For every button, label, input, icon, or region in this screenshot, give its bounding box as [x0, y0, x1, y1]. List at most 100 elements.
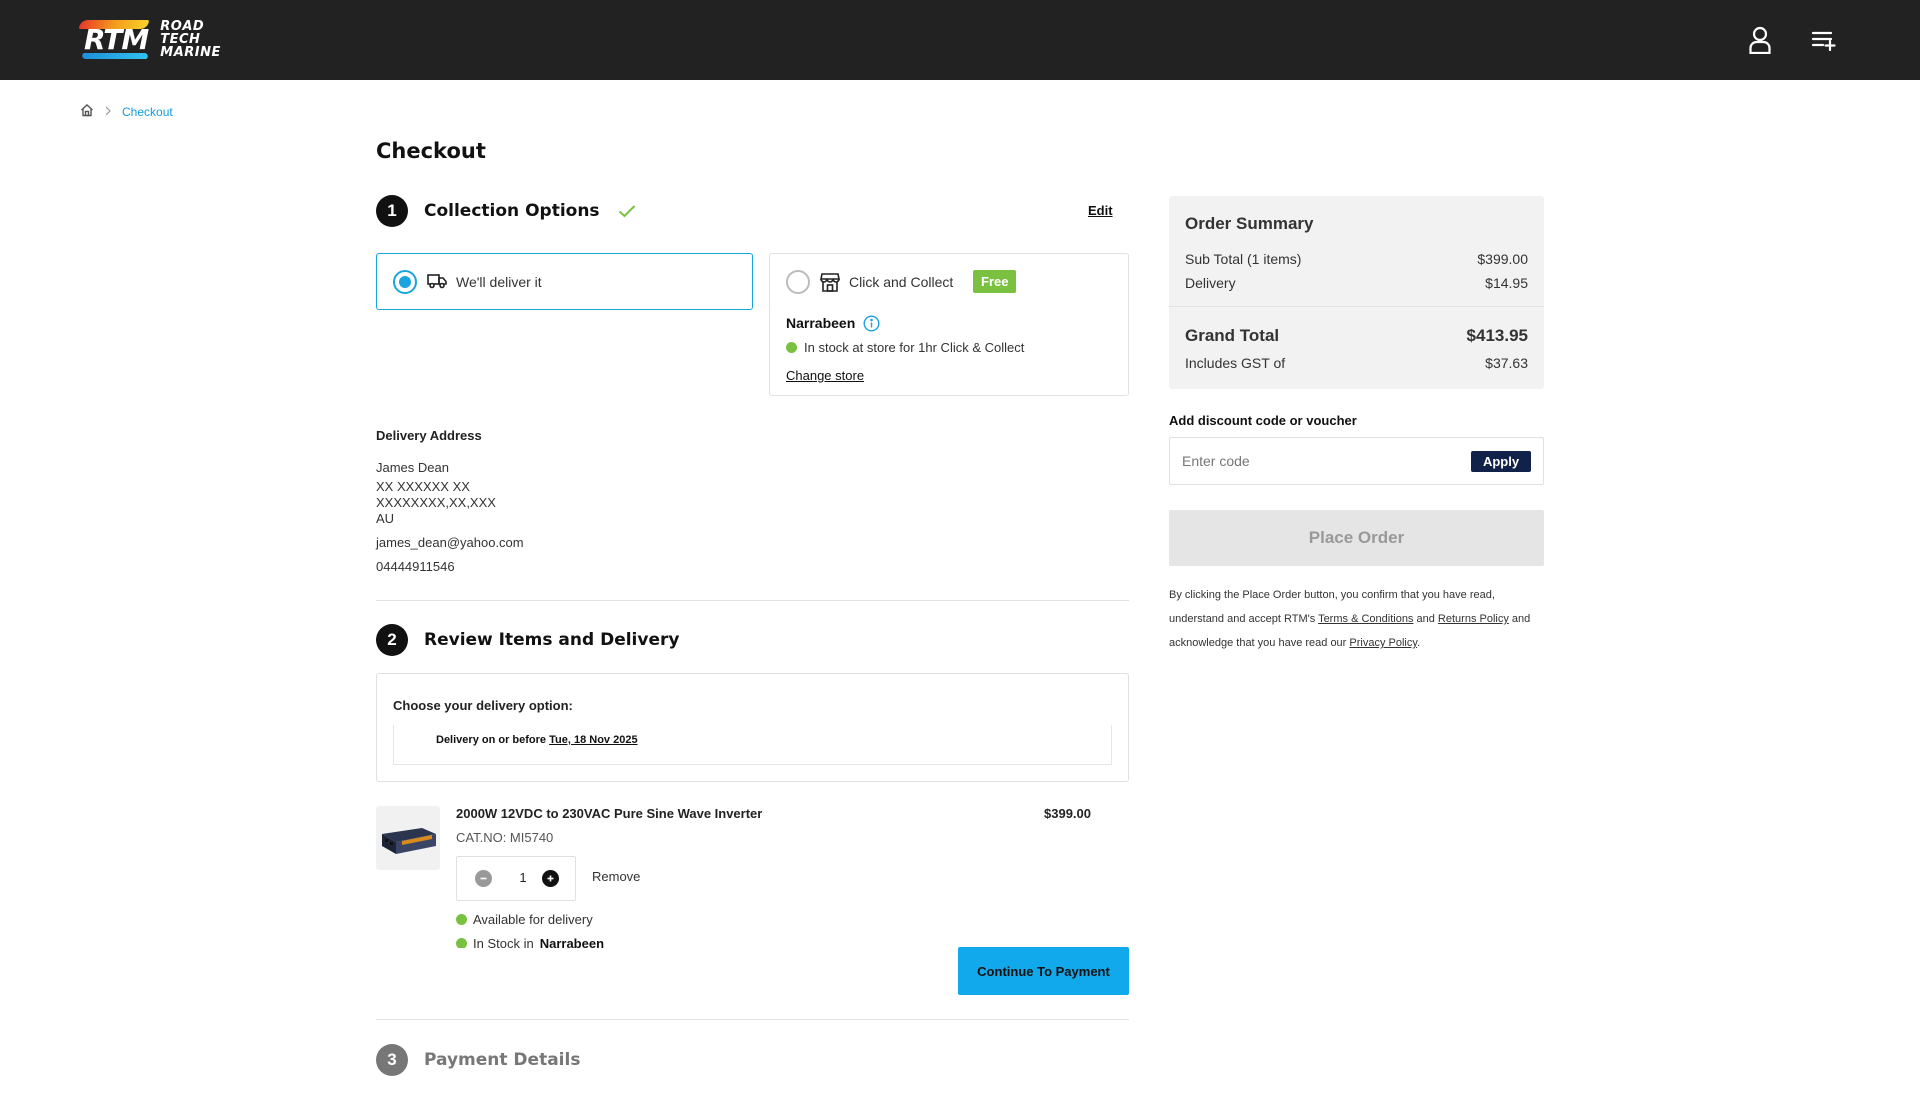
- deliver-option-card[interactable]: We'll deliver it: [376, 253, 753, 310]
- logo-word-marine: MARINE: [160, 44, 221, 60]
- step-title: Review Items and Delivery: [424, 630, 680, 650]
- step-review-items: 2 Review Items and Delivery: [376, 624, 679, 656]
- info-icon[interactable]: [863, 315, 880, 337]
- step-number: 2: [376, 624, 408, 656]
- address-country: AU: [376, 511, 395, 526]
- available-dot: [456, 914, 467, 925]
- store-name: Narrabeen: [786, 315, 856, 331]
- store-stock-status: In stock at store for 1hr Click & Collec…: [786, 340, 1024, 355]
- legal-and: and: [1416, 613, 1435, 625]
- discount-title: Add discount code or voucher: [1169, 413, 1357, 428]
- store-icon: [820, 272, 840, 297]
- product-name[interactable]: 2000W 12VDC to 230VAC Pure Sine Wave Inv…: [456, 806, 762, 821]
- quantity-value[interactable]: 1: [513, 870, 533, 885]
- remove-item-link[interactable]: Remove: [592, 869, 640, 884]
- address-line2: XXXXXXXX,XX,XXX: [376, 495, 496, 510]
- address-line1: XX XXXXXX XX: [376, 479, 470, 494]
- gst-label: Includes GST of: [1185, 355, 1286, 371]
- chevron-right-icon: [104, 105, 112, 119]
- section-divider: [376, 600, 1129, 601]
- delivery-availability: Available for delivery: [456, 912, 593, 927]
- continue-to-payment-button[interactable]: Continue To Payment: [958, 947, 1129, 995]
- edit-collection-link[interactable]: Edit: [1088, 203, 1113, 218]
- quantity-stepper: 1: [456, 856, 576, 901]
- increase-quantity-button[interactable]: [542, 870, 559, 887]
- click-collect-label: Click and Collect: [849, 274, 954, 290]
- discount-code-input[interactable]: [1182, 446, 1462, 476]
- click-collect-radio[interactable]: [786, 270, 810, 294]
- step-payment-details: 3 Payment Details: [376, 1044, 580, 1076]
- delivery-row: Delivery $14.95: [1185, 275, 1528, 291]
- order-summary: Order Summary Sub Total (1 items) $399.0…: [1169, 196, 1544, 389]
- address-phone: 04444911546: [376, 559, 455, 574]
- delivery-value: $14.95: [1485, 275, 1528, 291]
- list-add-icon[interactable]: [1806, 22, 1842, 58]
- gst-value: $37.63: [1485, 355, 1528, 371]
- legal-end: .: [1417, 637, 1421, 649]
- summary-divider: [1169, 306, 1544, 307]
- logo-words: ROAD TECH MARINE: [160, 20, 221, 59]
- logo-word-tech: TECH: [160, 31, 201, 47]
- discount-box: Apply: [1169, 437, 1544, 485]
- deliver-radio[interactable]: [393, 270, 417, 294]
- store-stock-prefix: In Stock in: [473, 936, 534, 948]
- address-email: james_dean@yahoo.com: [376, 535, 524, 550]
- free-badge: Free: [973, 270, 1017, 293]
- grand-total-label: Grand Total: [1185, 326, 1280, 345]
- delivery-date: Tue, 18 Nov 2025: [549, 734, 638, 746]
- page-title: Checkout: [376, 139, 486, 163]
- checkmark-icon: [618, 204, 636, 218]
- store-stock-name: Narrabeen: [539, 936, 605, 948]
- step-title: Collection Options: [424, 201, 600, 221]
- user-icon[interactable]: [1742, 22, 1778, 58]
- click-collect-option-card[interactable]: Click and Collect Free Narrabeen In stoc…: [769, 253, 1129, 396]
- step-title: Payment Details: [424, 1050, 581, 1070]
- breadcrumb: Checkout: [80, 103, 173, 120]
- delivery-prefix: Delivery on or before: [436, 734, 547, 746]
- delivery-label: Delivery: [1185, 275, 1236, 291]
- breadcrumb-current[interactable]: Checkout: [122, 105, 173, 119]
- availability-text: Available for delivery: [473, 912, 593, 927]
- returns-policy-link[interactable]: Returns Policy: [1438, 613, 1509, 625]
- product-price: $399.00: [1044, 806, 1091, 821]
- order-summary-title: Order Summary: [1185, 214, 1314, 233]
- delivery-option-box: Choose your delivery option: Delivery on…: [376, 673, 1129, 782]
- grand-total-row: Grand Total $413.95: [1185, 326, 1528, 346]
- step-number: 1: [376, 195, 408, 227]
- home-icon[interactable]: [80, 103, 94, 120]
- privacy-policy-link[interactable]: Privacy Policy: [1349, 637, 1417, 649]
- deliver-option-label: We'll deliver it: [456, 274, 542, 290]
- delivery-date-text: Delivery on or before Tue, 18 Nov 2025: [436, 734, 638, 746]
- truck-icon: [427, 273, 447, 294]
- rtm-logo[interactable]: RTM ROAD TECH MARINE: [78, 19, 221, 59]
- logo-main-text: RTM: [84, 22, 149, 56]
- section-divider: [376, 1019, 1129, 1020]
- place-order-button[interactable]: Place Order: [1169, 510, 1544, 566]
- grand-total-value: $413.95: [1466, 326, 1528, 345]
- site-header: RTM ROAD TECH MARINE: [0, 0, 1920, 80]
- gst-row: Includes GST of $37.63: [1185, 355, 1528, 371]
- terms-link[interactable]: Terms & Conditions: [1318, 613, 1413, 625]
- step-number: 3: [376, 1044, 408, 1076]
- apply-discount-button[interactable]: Apply: [1471, 451, 1531, 472]
- delivery-option-row[interactable]: Delivery on or before Tue, 18 Nov 2025: [393, 725, 1112, 765]
- decrease-quantity-button[interactable]: [475, 870, 492, 887]
- store-availability-clip: In Stock in Narrabeen: [456, 936, 756, 948]
- product-image[interactable]: [376, 806, 440, 870]
- subtotal-value: $399.00: [1477, 251, 1528, 267]
- store-stock-text: In stock at store for 1hr Click & Collec…: [804, 340, 1025, 355]
- store-availability: In Stock in Narrabeen: [456, 936, 604, 948]
- subtotal-label: Sub Total (1 items): [1185, 251, 1302, 267]
- logo-mark: RTM: [78, 19, 152, 59]
- change-store-link[interactable]: Change store: [786, 368, 864, 383]
- in-stock-dot: [786, 342, 797, 353]
- logo-word-road: ROAD: [160, 18, 205, 34]
- address-name: James Dean: [376, 460, 449, 475]
- delivery-address-title: Delivery Address: [376, 428, 482, 443]
- choose-delivery-label: Choose your delivery option:: [393, 698, 573, 713]
- legal-notice: By clicking the Place Order button, you …: [1169, 583, 1549, 655]
- subtotal-row: Sub Total (1 items) $399.00: [1185, 251, 1528, 267]
- step-collection-options: 1 Collection Options: [376, 195, 636, 227]
- store-stock-dot: [456, 938, 467, 948]
- product-cat-no: CAT.NO: MI5740: [456, 830, 554, 845]
